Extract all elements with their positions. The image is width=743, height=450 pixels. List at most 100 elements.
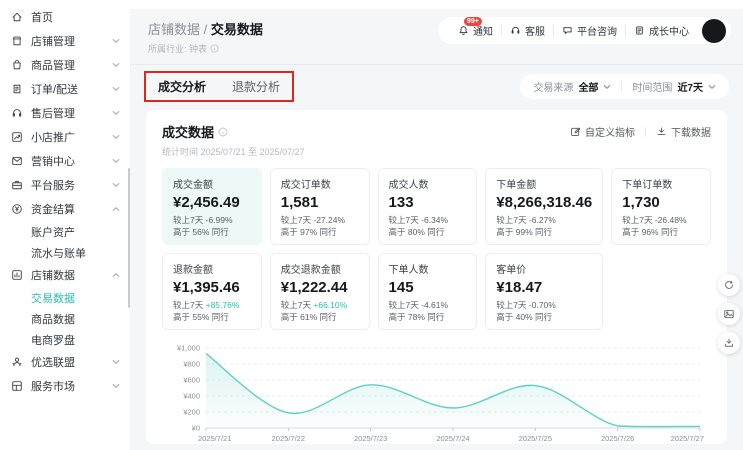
platform-consult-button[interactable]: 平台咨询 <box>554 23 625 38</box>
sidebar-item-statements[interactable]: 流水与账单 <box>0 242 130 263</box>
sidebar-sub-label: 商品数据 <box>31 311 75 327</box>
customize-metrics-label: 自定义指标 <box>585 124 635 139</box>
chevron-down-icon <box>112 182 120 188</box>
growth-center-button[interactable]: 成长中心 <box>626 23 697 38</box>
platform-consult-label: 平台咨询 <box>577 23 617 38</box>
svg-text:¥600: ¥600 <box>183 376 200 385</box>
panel-actions: 自定义指标 下载数据 <box>570 124 711 139</box>
chevron-up-icon <box>112 206 120 212</box>
stat-card-deal-buyers[interactable]: 成交人数 133 较上7天 -6.34% 高于 80% 同行 <box>378 168 478 245</box>
chevron-down-icon <box>112 134 120 140</box>
sidebar-label: 店铺管理 <box>31 33 104 49</box>
stat-value: 145 <box>389 279 467 296</box>
stat-peer: 高于 78% 同行 <box>389 311 467 323</box>
time-range-value: 近7天 <box>677 79 703 94</box>
sidebar-label: 服务市场 <box>31 378 104 394</box>
notification-button[interactable]: 通知 99+ <box>450 23 501 38</box>
floating-toolbar <box>718 274 740 354</box>
customize-metrics-button[interactable]: 自定义指标 <box>570 124 635 139</box>
sidebar-item-aftersale[interactable]: 售后管理 <box>0 101 130 125</box>
tabs-annotation-box: 成交分析 退款分析 <box>144 71 294 102</box>
stat-card-deal-orders[interactable]: 成交订单数 1,581 较上7天 -27.24% 高于 97% 同行 <box>270 168 370 245</box>
headset-icon <box>11 107 23 119</box>
panel-title: 成交数据 <box>162 122 214 141</box>
feedback-gallery-button[interactable] <box>718 303 740 325</box>
people-network-icon <box>11 356 23 368</box>
sidebar-item-shop-promotion[interactable]: 小店推广 <box>0 125 130 149</box>
customer-service-button[interactable]: 客服 <box>502 23 553 38</box>
sidebar-item-product-management[interactable]: 商品管理 <box>0 53 130 77</box>
svg-text:2025/7/26: 2025/7/26 <box>601 434 634 443</box>
sidebar-item-ecom-compass[interactable]: 电商罗盘 <box>0 329 130 350</box>
svg-text:2025/7/21: 2025/7/21 <box>198 434 231 443</box>
sidebar-item-funds-settlement[interactable]: 资金结算 <box>0 197 130 221</box>
sidebar-item-alliance[interactable]: 优选联盟 <box>0 350 130 374</box>
bar-chart-icon <box>11 269 23 281</box>
divider <box>621 81 622 92</box>
edit-icon <box>570 126 581 137</box>
tab-refund-analysis[interactable]: 退款分析 <box>232 78 280 95</box>
sidebar-item-service-market[interactable]: 服务市场 <box>0 374 130 398</box>
sidebar-item-transaction-data[interactable]: 交易数据 <box>0 287 130 308</box>
header-actions: 通知 99+ 客服 平台咨询 成长中心 <box>438 17 731 44</box>
stat-grid: 成交金额 ¥2,456.49 较上7天 -6.99% 高于 56% 同行 成交订… <box>162 168 711 330</box>
sidebar-item-orders[interactable]: 订单/配送 <box>0 77 130 101</box>
stat-period: 统计时间 2025/07/21 至 2025/07/27 <box>162 145 305 158</box>
trade-source-value: 全部 <box>578 79 598 94</box>
stat-label: 下单金额 <box>496 176 592 191</box>
gallery-icon <box>723 308 735 320</box>
panel-title-row: 成交数据 <box>162 122 305 141</box>
sidebar-item-shop-management[interactable]: 店铺管理 <box>0 29 130 53</box>
chevron-down-icon <box>112 158 120 164</box>
download-data-button[interactable]: 下载数据 <box>656 124 711 139</box>
save-download-button[interactable] <box>718 332 740 354</box>
refresh-button[interactable] <box>718 274 740 296</box>
stat-peer: 高于 55% 同行 <box>173 311 251 323</box>
briefcase-icon <box>11 179 23 191</box>
svg-text:2025/7/27: 2025/7/27 <box>671 434 704 443</box>
sidebar-sub-label: 交易数据 <box>31 290 75 306</box>
stat-peer: 高于 99% 同行 <box>496 226 592 238</box>
svg-text:¥200: ¥200 <box>183 408 200 417</box>
chevron-down-icon <box>112 383 120 389</box>
stat-card-refund-amount[interactable]: 退款金额 ¥1,395.46 较上7天 +85.76% 高于 55% 同行 <box>162 253 262 330</box>
chevron-down-icon <box>112 38 120 44</box>
stat-card-order-count[interactable]: 下单订单数 1,730 较上7天 -26.48% 高于 96% 同行 <box>611 168 711 245</box>
sidebar-label: 资金结算 <box>31 201 104 217</box>
download-tray-icon <box>723 337 735 349</box>
stat-label: 客单价 <box>496 261 592 276</box>
chevron-down-icon <box>112 86 120 92</box>
stat-delta: 较上7天 +85.76% <box>173 299 251 311</box>
sidebar-item-home[interactable]: 首页 <box>0 5 130 29</box>
stat-card-avg-order-value[interactable]: 客单价 ¥18.47 较上7天 -0.70% 高于 40% 同行 <box>485 253 603 330</box>
svg-text:2025/7/24: 2025/7/24 <box>436 434 469 443</box>
sidebar-item-product-data[interactable]: 商品数据 <box>0 308 130 329</box>
stat-value: 1,730 <box>622 194 700 211</box>
stat-label: 下单订单数 <box>622 176 700 191</box>
sidebar-item-marketing-center[interactable]: 营销中心 <box>0 149 130 173</box>
time-range-label: 时间范围 <box>632 79 672 94</box>
sidebar-item-account-assets[interactable]: 账户资产 <box>0 221 130 242</box>
stat-card-order-buyers[interactable]: 下单人数 145 较上7天 -4.61% 高于 78% 同行 <box>378 253 478 330</box>
bag-icon <box>11 59 23 71</box>
customer-service-label: 客服 <box>525 23 545 38</box>
stat-card-order-amount[interactable]: 下单金额 ¥8,266,318.46 较上7天 -6.27% 高于 99% 同行 <box>485 168 603 245</box>
tab-deal-analysis[interactable]: 成交分析 <box>158 78 206 95</box>
order-file-icon <box>11 83 23 95</box>
stat-card-deal-refund-amount[interactable]: 成交退款金额 ¥1,222.44 较上7天 +66.10% 高于 61% 同行 <box>270 253 370 330</box>
stat-delta: 较上7天 -4.61% <box>389 299 467 311</box>
info-icon <box>218 127 228 137</box>
stat-value: ¥8,266,318.46 <box>496 194 592 211</box>
trade-source-select[interactable]: 交易来源 全部 <box>533 79 611 94</box>
stat-card-deal-amount[interactable]: 成交金额 ¥2,456.49 较上7天 -6.99% 高于 56% 同行 <box>162 168 262 245</box>
app-window: 首页 店铺管理 商品管理 订单/配送 售后管理 小店推广 <box>0 0 743 450</box>
time-range-select[interactable]: 时间范围 近7天 <box>632 79 716 94</box>
sidebar-sub-label: 账户资产 <box>31 224 75 240</box>
breadcrumb-parent[interactable]: 店铺数据 <box>148 22 200 37</box>
top-strip <box>130 0 743 9</box>
stat-label: 成交订单数 <box>281 176 359 191</box>
sidebar-item-platform-services[interactable]: 平台服务 <box>0 173 130 197</box>
avatar[interactable] <box>702 19 726 43</box>
sidebar-item-shop-data[interactable]: 店铺数据 <box>0 263 130 287</box>
download-data-label: 下载数据 <box>671 124 711 139</box>
